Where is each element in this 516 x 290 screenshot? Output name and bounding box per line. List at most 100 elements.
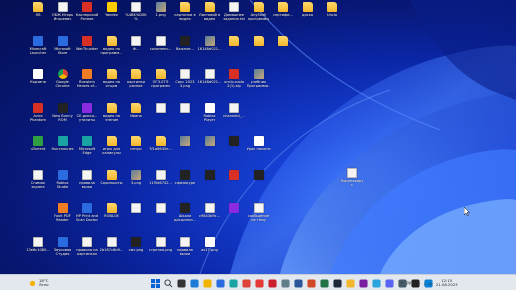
desktop-icon[interactable]	[222, 35, 246, 58]
desktop-icon[interactable]: 11f5d6742...	[149, 169, 173, 192]
desktop-icon[interactable]: AnyShell программы	[247, 2, 271, 24]
desktop-icon[interactable]: 16148d021...	[198, 35, 222, 58]
desktop-icon[interactable]: uTorrent	[26, 136, 50, 158]
desktop-icon[interactable]: WarThunder	[75, 35, 99, 58]
desktop-icon[interactable]: Roblox Player	[198, 102, 222, 125]
discord-icon[interactable]	[384, 278, 395, 289]
chrome-icon[interactable]	[241, 278, 252, 289]
desktop-icon[interactable]	[271, 35, 295, 58]
desktop-icon[interactable]: стрелка.png	[149, 236, 173, 259]
desktop-icon[interactable]: Unclo	[320, 2, 344, 24]
desktop-icon[interactable]	[247, 35, 271, 58]
desktop-icon[interactable]: Google Chrome	[51, 69, 75, 91]
desktop-icon[interactable]: картинки в видео	[173, 2, 197, 24]
language-indicator[interactable]: РУС	[406, 281, 414, 286]
desktop-icon[interactable]: channeld_...	[222, 102, 246, 125]
desktop-icon[interactable]: Ф...	[124, 35, 148, 58]
desktop-icon[interactable]: 13e6c1080...	[26, 236, 50, 259]
desktop-icon[interactable]: доска	[296, 2, 320, 24]
media-icon[interactable]	[358, 278, 369, 289]
desktop-icon[interactable]: Ивана	[124, 102, 148, 125]
desktop-icon[interactable]: сочинени...	[149, 35, 173, 58]
desktop-icon[interactable]: New Bunny ROM	[51, 102, 75, 125]
desktop-icon[interactable]	[173, 102, 197, 125]
wifi-icon[interactable]: ◠	[417, 281, 421, 286]
desktop-icon[interactable]: интро	[124, 136, 148, 158]
desktop-icon-korona[interactable]: Коронавирус	[340, 168, 364, 190]
desktop-icon[interactable]: CE-диско... утилиты	[75, 102, 99, 125]
desktop-icon[interactable]: Л8	[26, 2, 50, 24]
clock[interactable]: 12:15 21.08.2023	[436, 278, 458, 288]
store-icon[interactable]	[215, 278, 226, 289]
desktop-icon[interactable]: видео на чтение	[100, 102, 124, 125]
chevron-up-icon[interactable]: ⌃	[400, 281, 403, 286]
desktop-icon[interactable]: Школа дисципли...	[173, 203, 197, 225]
desktop-icon[interactable]: Касперский Разное	[75, 2, 99, 24]
desktop-icon[interactable]: Корзина	[26, 69, 50, 91]
battery-icon[interactable]: ▭	[429, 281, 433, 286]
desktop-icon[interactable]	[198, 169, 222, 192]
desktop-icon[interactable]: сфизикуре	[173, 169, 197, 192]
desktop-icon[interactable]	[149, 203, 173, 225]
edge-icon[interactable]	[228, 278, 239, 289]
desktop-icon[interactable]: Microsoft Edge	[75, 136, 99, 158]
desktop-icon[interactable]: Скриншоты	[100, 169, 124, 192]
task-view-icon[interactable]	[176, 278, 187, 289]
folder-icon[interactable]	[345, 278, 356, 289]
start-icon[interactable]	[150, 278, 161, 289]
desktop-icon[interactable]: Yandex	[100, 2, 124, 24]
desktop-icon[interactable]: Урок памяти	[247, 136, 271, 158]
desktop-icon[interactable]: Листовой в видео	[198, 2, 222, 24]
desktop-icon[interactable]: Brawlers Heroes of...	[75, 69, 99, 91]
steam-icon[interactable]	[332, 278, 343, 289]
desktop-icon[interactable]: Foxit PDF Reader	[51, 203, 75, 225]
yandex-icon[interactable]	[254, 278, 265, 289]
desktop-icon[interactable]: ОБЖ Игорь Игоревич	[51, 2, 75, 24]
desktop-icon[interactable]: ОГЭ-ЕГЭ программ	[149, 69, 173, 91]
desktop-icon[interactable]: ROBLOX	[100, 203, 124, 225]
desktop-icon[interactable]: 1.png	[149, 2, 173, 24]
desktop-icon[interactable]: Minecraft Launcher	[26, 35, 50, 58]
desktop-icon[interactable]: Снимок экрана 2023-05-30...	[26, 169, 50, 192]
excel-icon[interactable]	[319, 278, 330, 289]
settings-icon[interactable]	[280, 278, 291, 289]
desktop-icon[interactable]	[247, 169, 271, 192]
desktop-icon[interactable]: Домашнее задание.txt	[222, 2, 246, 24]
desktop-icon[interactable]: unclo-nado 2(1).zip	[222, 69, 246, 91]
desktop-icon[interactable]: правила выжи класса	[75, 169, 99, 192]
desktop-icon[interactable]: %4BK%D0K%	[124, 2, 148, 24]
desktop-icon[interactable]: сертифи...	[271, 2, 295, 24]
telegram-icon[interactable]	[371, 278, 382, 289]
desktop-icon[interactable]: смс.png	[124, 236, 148, 259]
desktop-icon[interactable]	[173, 136, 197, 158]
desktop-icon[interactable]	[149, 102, 173, 125]
desktop-icon[interactable]: Avira Phantom VPN	[26, 102, 50, 125]
desktop-icon[interactable]: правила выжи класса	[173, 236, 197, 259]
desktop-icon[interactable]: 2b167c6b9...	[100, 236, 124, 259]
desktop-icon[interactable]: сообщение на тему	[247, 203, 271, 225]
desktop-icon[interactable]: Roblox Studio	[51, 169, 75, 192]
desktop-icon[interactable]: учебник Программи...	[247, 69, 271, 91]
desktop-icon[interactable]: c9843b9c...	[198, 203, 222, 225]
desktop-icon[interactable]: 3.png	[124, 169, 148, 192]
desktop-icon[interactable]: HP Print and Scan Doctor	[75, 203, 99, 225]
weather-widget[interactable]: 18°C Ясно	[28, 276, 49, 290]
desktop-icon[interactable]	[124, 203, 148, 225]
desktop-icon[interactable]: Важное...	[173, 35, 197, 58]
desktop-icon[interactable]: Сакс 2023 3.png	[173, 69, 197, 91]
search-icon[interactable]	[163, 278, 174, 289]
desktop-icon[interactable]: Ностальгия	[51, 136, 75, 158]
desktop-icon[interactable]: as17.png	[198, 236, 222, 259]
desktop-icon[interactable]: видео по программ...	[100, 35, 124, 58]
explorer-icon[interactable]	[202, 278, 213, 289]
desktop-icon[interactable]: картинки разное	[124, 69, 148, 91]
desktop-icon[interactable]	[222, 169, 246, 192]
desktop-icon[interactable]: игры для каникулы	[100, 136, 124, 158]
desktop-icon[interactable]: Microsoft Store	[51, 35, 75, 58]
desktop-icon[interactable]	[222, 203, 246, 225]
desktop-icon[interactable]	[198, 136, 222, 158]
desktop-icon[interactable]: Звуковая Студия	[51, 236, 75, 259]
desktop-icon[interactable]: правила на картинках	[75, 236, 99, 259]
desktop-icon[interactable]	[222, 136, 246, 158]
desktop-icon[interactable]: 7f1a6645e...	[149, 136, 173, 158]
